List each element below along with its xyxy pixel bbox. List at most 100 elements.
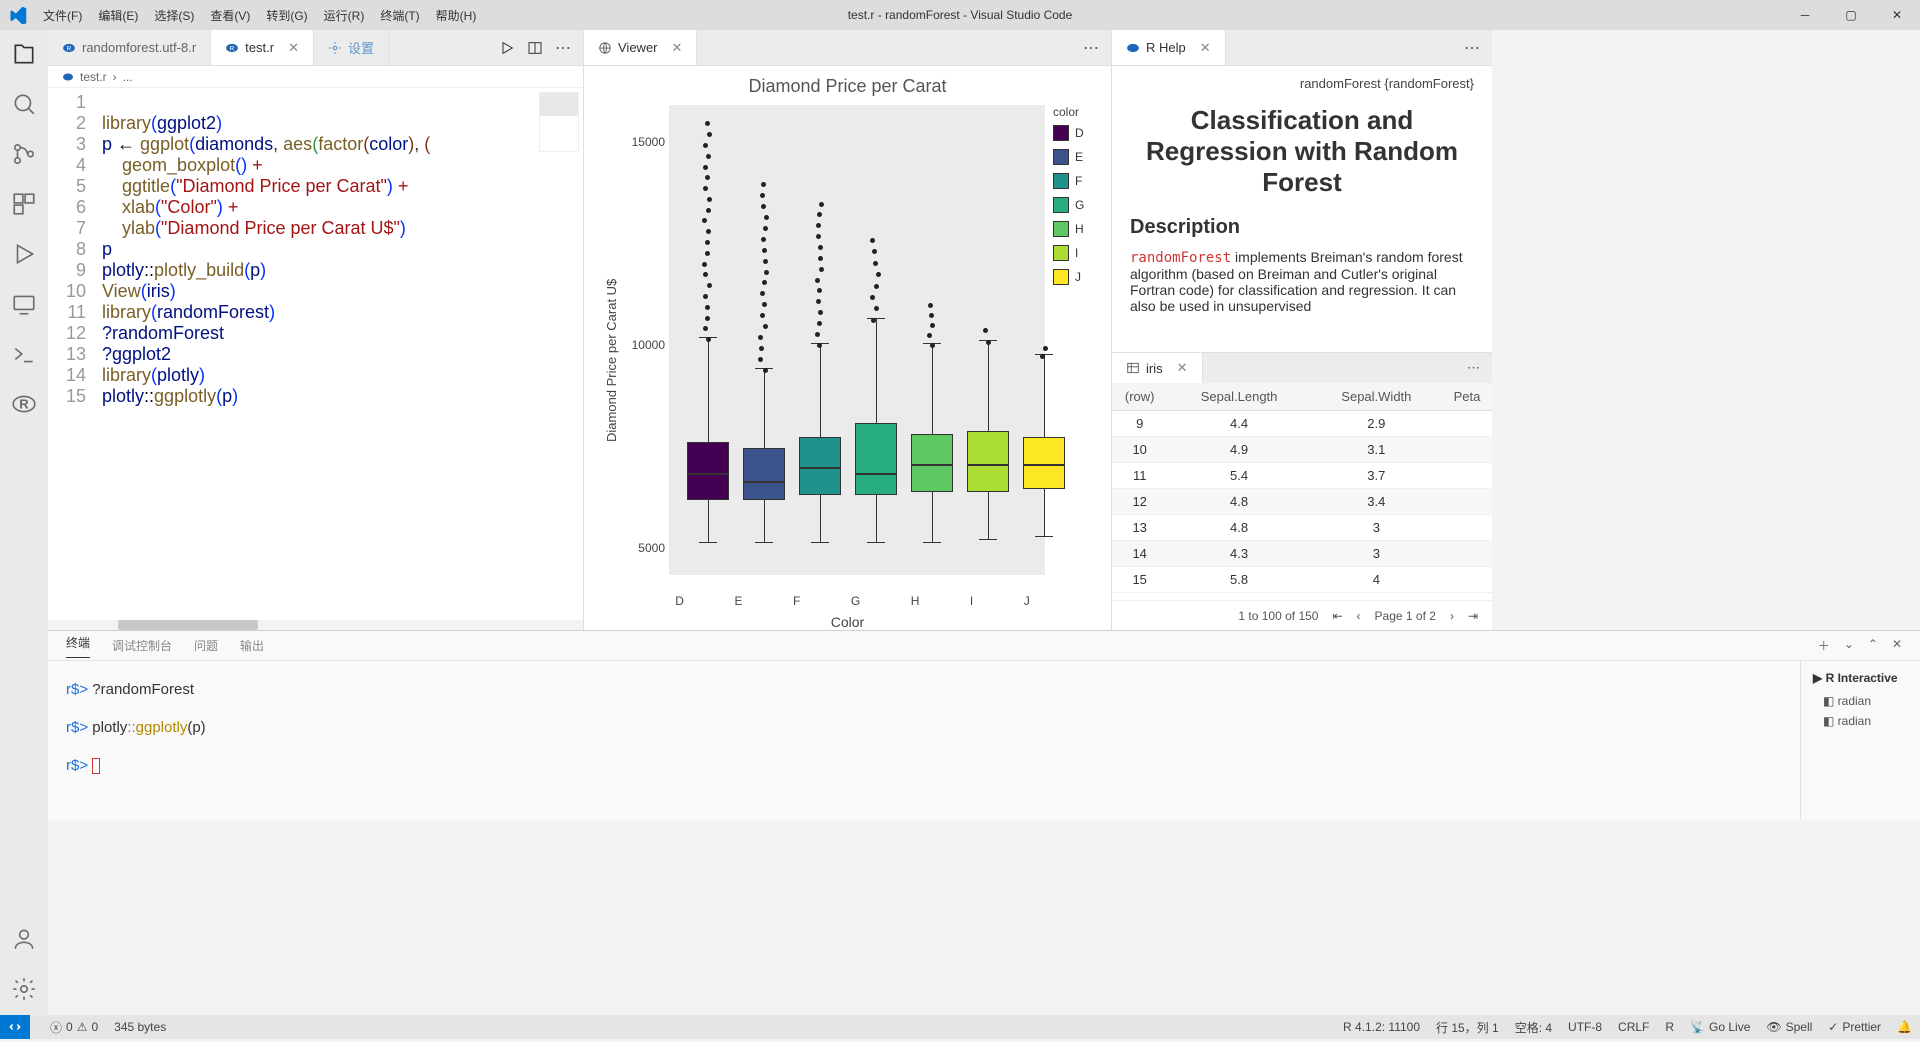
tab-rhelp[interactable]: R Help ✕ xyxy=(1112,30,1226,65)
pager-first-icon[interactable]: ⇤ xyxy=(1332,609,1342,623)
account-icon[interactable] xyxy=(10,925,38,953)
tab-iris[interactable]: iris ✕ xyxy=(1112,353,1203,383)
tab-label: iris xyxy=(1146,361,1163,376)
plot-legend: color DEFGHIJ xyxy=(1045,105,1093,615)
settings-gear-icon[interactable] xyxy=(10,975,38,1003)
panel-tab-terminal[interactable]: 终端 xyxy=(66,634,90,658)
panel-tab-debug-console[interactable]: 调试控制台 xyxy=(112,637,172,654)
split-editor-icon[interactable] xyxy=(527,40,543,56)
panel-tab-problems[interactable]: 问题 xyxy=(194,637,218,654)
tab-label: R Help xyxy=(1146,40,1186,55)
status-bytes[interactable]: 345 bytes xyxy=(114,1020,166,1034)
menu-run[interactable]: 运行(R) xyxy=(316,7,373,24)
terminal-session[interactable]: ◧ radian xyxy=(1813,711,1908,731)
bottom-panel: 终端 调试控制台 问题 输出 ＋ ⌄ ⌃ ✕ r$> ?randomForest… xyxy=(48,630,1920,820)
menu-edit[interactable]: 编辑(E) xyxy=(90,7,146,24)
remote-explorer-icon[interactable] xyxy=(10,290,38,318)
tab-close-icon[interactable]: ✕ xyxy=(288,40,299,56)
tab-close-icon[interactable]: ✕ xyxy=(1200,40,1211,56)
tab-close-icon[interactable]: ✕ xyxy=(672,40,683,56)
status-language[interactable]: R xyxy=(1665,1020,1674,1034)
menu-terminal[interactable]: 终端(T) xyxy=(372,7,427,24)
rhelp-title: Classification and Regression with Rando… xyxy=(1130,105,1474,198)
run-button-icon[interactable] xyxy=(499,40,515,56)
status-problems[interactable]: ⓧ 0 ⚠ 0 xyxy=(50,1019,98,1036)
terminal-side-icon[interactable] xyxy=(10,340,38,368)
more-actions-icon[interactable]: ⋯ xyxy=(555,38,571,58)
tab-settings[interactable]: 设置 xyxy=(314,30,389,65)
terminal-session[interactable]: ◧ radian xyxy=(1813,691,1908,711)
pager-last-icon[interactable]: ⇥ xyxy=(1468,609,1478,623)
svg-text:R: R xyxy=(67,45,72,52)
plot-area[interactable] xyxy=(669,105,1045,575)
status-prettier[interactable]: ✓ Prettier xyxy=(1828,1020,1881,1034)
menu-file[interactable]: 文件(F) xyxy=(35,7,90,24)
search-icon[interactable] xyxy=(10,90,38,118)
status-eol[interactable]: CRLF xyxy=(1618,1020,1649,1034)
window-title: test.r - randomForest - Visual Studio Co… xyxy=(848,8,1073,22)
menu-view[interactable]: 查看(V) xyxy=(202,7,258,24)
more-actions-icon[interactable]: ⋯ xyxy=(1464,38,1480,58)
menubar: 文件(F) 编辑(E) 选择(S) 查看(V) 转到(G) 运行(R) 终端(T… xyxy=(35,7,484,24)
panel-tabs: 终端 调试控制台 问题 输出 ＋ ⌄ ⌃ ✕ xyxy=(48,631,1920,661)
more-actions-icon[interactable]: ⋯ xyxy=(1083,38,1099,58)
plot-ylabel: Diamond Price per Carat U$ xyxy=(602,105,621,615)
menu-help[interactable]: 帮助(H) xyxy=(428,7,485,24)
tab-label: test.r xyxy=(245,40,274,55)
horizontal-scrollbar[interactable] xyxy=(48,620,583,630)
status-encoding[interactable]: UTF-8 xyxy=(1568,1020,1602,1034)
pager-next-icon[interactable]: › xyxy=(1450,609,1454,623)
tab-randomforest[interactable]: R randomforest.utf-8.r xyxy=(48,30,211,65)
editor-tabs: R randomforest.utf-8.r R test.r ✕ 设置 xyxy=(48,30,583,66)
terminal-dropdown-icon[interactable]: ⌄ xyxy=(1844,637,1854,654)
rhelp-pkg: randomForest {randomForest} xyxy=(1130,76,1474,91)
editor-group-viewer: Viewer ✕ ⋯ Diamond Price per Carat Diamo… xyxy=(584,30,1112,630)
extensions-icon[interactable] xyxy=(10,190,38,218)
rhelp-h-description: Description xyxy=(1130,216,1474,239)
status-spell[interactable]: 👁 Spell xyxy=(1766,1020,1812,1034)
code-lines[interactable]: library(ggplot2) p ← ggplot(diamonds, ae… xyxy=(102,88,583,620)
menu-goto[interactable]: 转到(G) xyxy=(258,7,315,24)
remote-indicator[interactable] xyxy=(0,1015,30,1039)
vscode-logo-icon xyxy=(0,6,35,24)
maximize-panel-icon[interactable]: ⌃ xyxy=(1868,637,1878,654)
pager-prev-icon[interactable]: ‹ xyxy=(1357,609,1361,623)
data-table[interactable]: (row)Sepal.LengthSepal.WidthPeta 94.42.9… xyxy=(1112,383,1492,600)
close-button[interactable]: ✕ xyxy=(1874,0,1920,30)
status-r-version[interactable]: R 4.1.2: 11100 xyxy=(1343,1020,1420,1034)
tab-label: 设置 xyxy=(348,38,374,57)
status-go-live[interactable]: 📡 Go Live xyxy=(1690,1020,1750,1034)
maximize-button[interactable]: ▢ xyxy=(1828,0,1874,30)
more-actions-icon[interactable]: ⋯ xyxy=(1467,360,1480,376)
pager-status: 1 to 100 of 150 xyxy=(1238,609,1318,623)
source-control-icon[interactable] xyxy=(10,140,38,168)
status-indent[interactable]: 空格: 4 xyxy=(1515,1019,1552,1036)
explorer-icon[interactable] xyxy=(10,40,38,68)
code-editor[interactable]: 123456789101112131415 library(ggplot2) p… xyxy=(48,88,583,620)
breadcrumb-more: ... xyxy=(123,70,133,84)
new-terminal-icon[interactable]: ＋ xyxy=(1818,637,1830,654)
tab-viewer[interactable]: Viewer ✕ xyxy=(584,30,697,65)
data-viewer-panel: iris ✕ ⋯ (row)Sepal.LengthSepal.WidthPet… xyxy=(1112,352,1492,630)
status-cursor-pos[interactable]: 行 15，列 1 xyxy=(1436,1019,1499,1036)
terminal-group-title: ▶ R Interactive xyxy=(1813,671,1908,685)
tab-close-icon[interactable]: ✕ xyxy=(1177,360,1188,376)
run-debug-icon[interactable] xyxy=(10,240,38,268)
rhelp-body[interactable]: randomForest {randomForest} Classificati… xyxy=(1112,66,1492,352)
minimap[interactable] xyxy=(539,92,579,152)
titlebar: 文件(F) 编辑(E) 选择(S) 查看(V) 转到(G) 运行(R) 终端(T… xyxy=(0,0,1920,30)
tab-testr[interactable]: R test.r ✕ xyxy=(211,30,314,65)
plot-xaxis: DEFGHIJ xyxy=(650,594,1055,608)
terminal[interactable]: r$> ?randomForest r$> plotly::ggplotly(p… xyxy=(48,661,1800,820)
breadcrumb[interactable]: test.r › ... xyxy=(48,66,583,88)
line-gutter: 123456789101112131415 xyxy=(48,88,102,620)
close-panel-icon[interactable]: ✕ xyxy=(1892,637,1902,654)
svg-text:R: R xyxy=(230,45,235,52)
r-icon[interactable]: R xyxy=(10,390,38,418)
pager-page: Page 1 of 2 xyxy=(1375,609,1436,623)
panel-tab-output[interactable]: 输出 xyxy=(240,637,264,654)
minimize-button[interactable]: ─ xyxy=(1782,0,1828,30)
status-notifications-icon[interactable]: 🔔 xyxy=(1897,1020,1912,1034)
menu-select[interactable]: 选择(S) xyxy=(146,7,202,24)
terminal-side-list: ▶ R Interactive ◧ radian ◧ radian xyxy=(1800,661,1920,820)
